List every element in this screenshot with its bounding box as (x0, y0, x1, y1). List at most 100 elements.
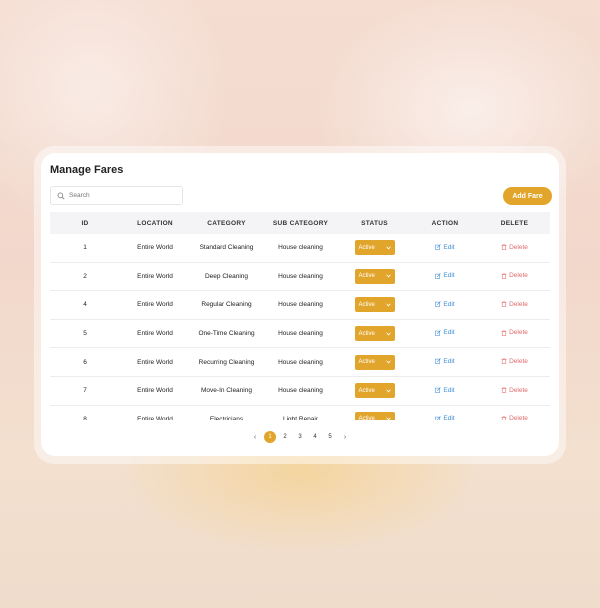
status-value: Active (358, 301, 375, 308)
cell-location: Entire World (137, 272, 173, 280)
status-select[interactable]: Active (354, 326, 395, 342)
edit-link[interactable]: Edit (435, 357, 455, 365)
chevron-down-icon (385, 332, 391, 336)
status-select[interactable]: Active (354, 268, 395, 284)
edit-link[interactable]: Edit (435, 329, 455, 336)
next-page-button[interactable]: › (339, 431, 351, 443)
pagination: ‹ 1 2 3 4 5 › (249, 431, 351, 443)
table-row: 5 Entire World One-Time Cleaning House c… (50, 320, 550, 349)
cell-status: Active (338, 354, 411, 370)
edit-label: Edit (443, 386, 455, 394)
edit-icon (435, 358, 442, 365)
trash-icon (501, 301, 507, 308)
cell-delete: Delete (479, 329, 550, 338)
delete-label: Delete (509, 329, 528, 337)
edit-link[interactable]: Edit (435, 386, 455, 394)
table-row: 8 Entire World Electricians Light Repair… (50, 406, 550, 420)
table-body: 1 Entire World Standard Cleaning House c… (50, 234, 550, 420)
cell-sub-category: Light Repair (282, 415, 319, 420)
cell-location: Entire World (137, 330, 173, 338)
cell-category: Regular Cleaning (201, 301, 252, 309)
cell-id: 6 (83, 358, 87, 366)
delete-link[interactable]: Delete (501, 387, 528, 394)
column-header-action: ACTION (431, 219, 459, 227)
edit-label: Edit (443, 300, 455, 308)
prev-page-button[interactable]: ‹ (249, 431, 261, 443)
add-fare-button[interactable]: Add Fare (503, 187, 552, 205)
status-value: Active (358, 416, 375, 420)
search-input[interactable] (69, 192, 179, 199)
fares-table: ID LOCATION CATEGORY SUB CATEGORY STATUS… (50, 212, 550, 420)
delete-label: Delete (509, 415, 528, 420)
edit-link[interactable]: Edit (435, 243, 455, 251)
delete-link[interactable]: Delete (501, 329, 528, 336)
cell-id: 5 (83, 330, 87, 338)
table-row: 6 Entire World Recurring Cleaning House … (50, 348, 550, 377)
trash-icon (501, 358, 507, 365)
table-row: 4 Entire World Regular Cleaning House cl… (50, 291, 550, 320)
cell-status: Active (338, 297, 411, 313)
edit-link[interactable]: Edit (435, 300, 455, 308)
search-box[interactable] (50, 186, 183, 205)
page-button-2[interactable]: 2 (279, 431, 291, 443)
cell-delete: Delete (479, 387, 550, 396)
edit-label: Edit (443, 243, 455, 251)
cell-action: Edit (411, 387, 479, 396)
status-select[interactable]: Active (354, 297, 395, 313)
edit-label: Edit (443, 415, 455, 420)
cell-action: Edit (411, 415, 479, 420)
edit-label: Edit (443, 357, 455, 365)
page-button-1[interactable]: 1 (264, 431, 276, 443)
cell-sub-category: House cleaning (278, 244, 323, 252)
delete-link[interactable]: Delete (501, 301, 528, 308)
cell-category: One-Time Cleaning (198, 330, 255, 338)
page-button-4[interactable]: 4 (309, 431, 321, 443)
delete-link[interactable]: Delete (501, 272, 528, 279)
manage-fares-card: Manage Fares Add Fare ID LOCATION CATEGO… (41, 153, 559, 456)
cell-status: Active (338, 268, 411, 284)
cell-category: Standard Cleaning (199, 244, 254, 252)
cell-category: Move-In Cleaning (201, 387, 252, 395)
cell-status: Active (338, 326, 411, 342)
cell-status: Active (338, 240, 411, 256)
cell-delete: Delete (479, 244, 550, 253)
column-header-id: ID (81, 219, 89, 227)
cell-action: Edit (411, 301, 479, 310)
cell-location: Entire World (137, 387, 173, 395)
edit-link[interactable]: Edit (435, 272, 455, 280)
cell-id: 1 (83, 244, 87, 252)
cell-id: 4 (83, 301, 87, 309)
edit-icon (435, 387, 442, 393)
chevron-down-icon (385, 303, 391, 307)
status-value: Active (358, 330, 375, 337)
cell-id: 2 (83, 272, 87, 280)
table-row: 2 Entire World Deep Cleaning House clean… (50, 263, 550, 292)
delete-link[interactable]: Delete (501, 358, 528, 365)
delete-link[interactable]: Delete (501, 415, 528, 420)
cell-category: Recurring Cleaning (198, 358, 255, 366)
cell-action: Edit (411, 329, 479, 338)
page-button-5[interactable]: 5 (324, 431, 336, 443)
edit-link[interactable]: Edit (435, 415, 455, 420)
status-value: Active (358, 359, 375, 366)
cell-location: Entire World (137, 358, 173, 366)
cell-status: Active (338, 383, 411, 399)
chevron-down-icon (385, 389, 391, 393)
status-select[interactable]: Active (354, 411, 395, 420)
delete-link[interactable]: Delete (501, 244, 528, 251)
status-select[interactable]: Active (354, 354, 395, 370)
status-select[interactable]: Active (354, 383, 395, 399)
cell-delete: Delete (479, 358, 550, 367)
cell-action: Edit (411, 358, 479, 367)
table-row: 1 Entire World Standard Cleaning House c… (50, 234, 550, 263)
cell-action: Edit (411, 272, 479, 281)
cell-location: Entire World (137, 244, 173, 252)
column-header-status: STATUS (361, 219, 388, 227)
cell-location: Entire World (137, 301, 173, 309)
edit-label: Edit (443, 272, 455, 280)
status-select[interactable]: Active (354, 240, 395, 256)
trash-icon (501, 272, 507, 279)
delete-label: Delete (509, 300, 528, 308)
page-button-3[interactable]: 3 (294, 431, 306, 443)
table-header: ID LOCATION CATEGORY SUB CATEGORY STATUS… (50, 212, 550, 234)
